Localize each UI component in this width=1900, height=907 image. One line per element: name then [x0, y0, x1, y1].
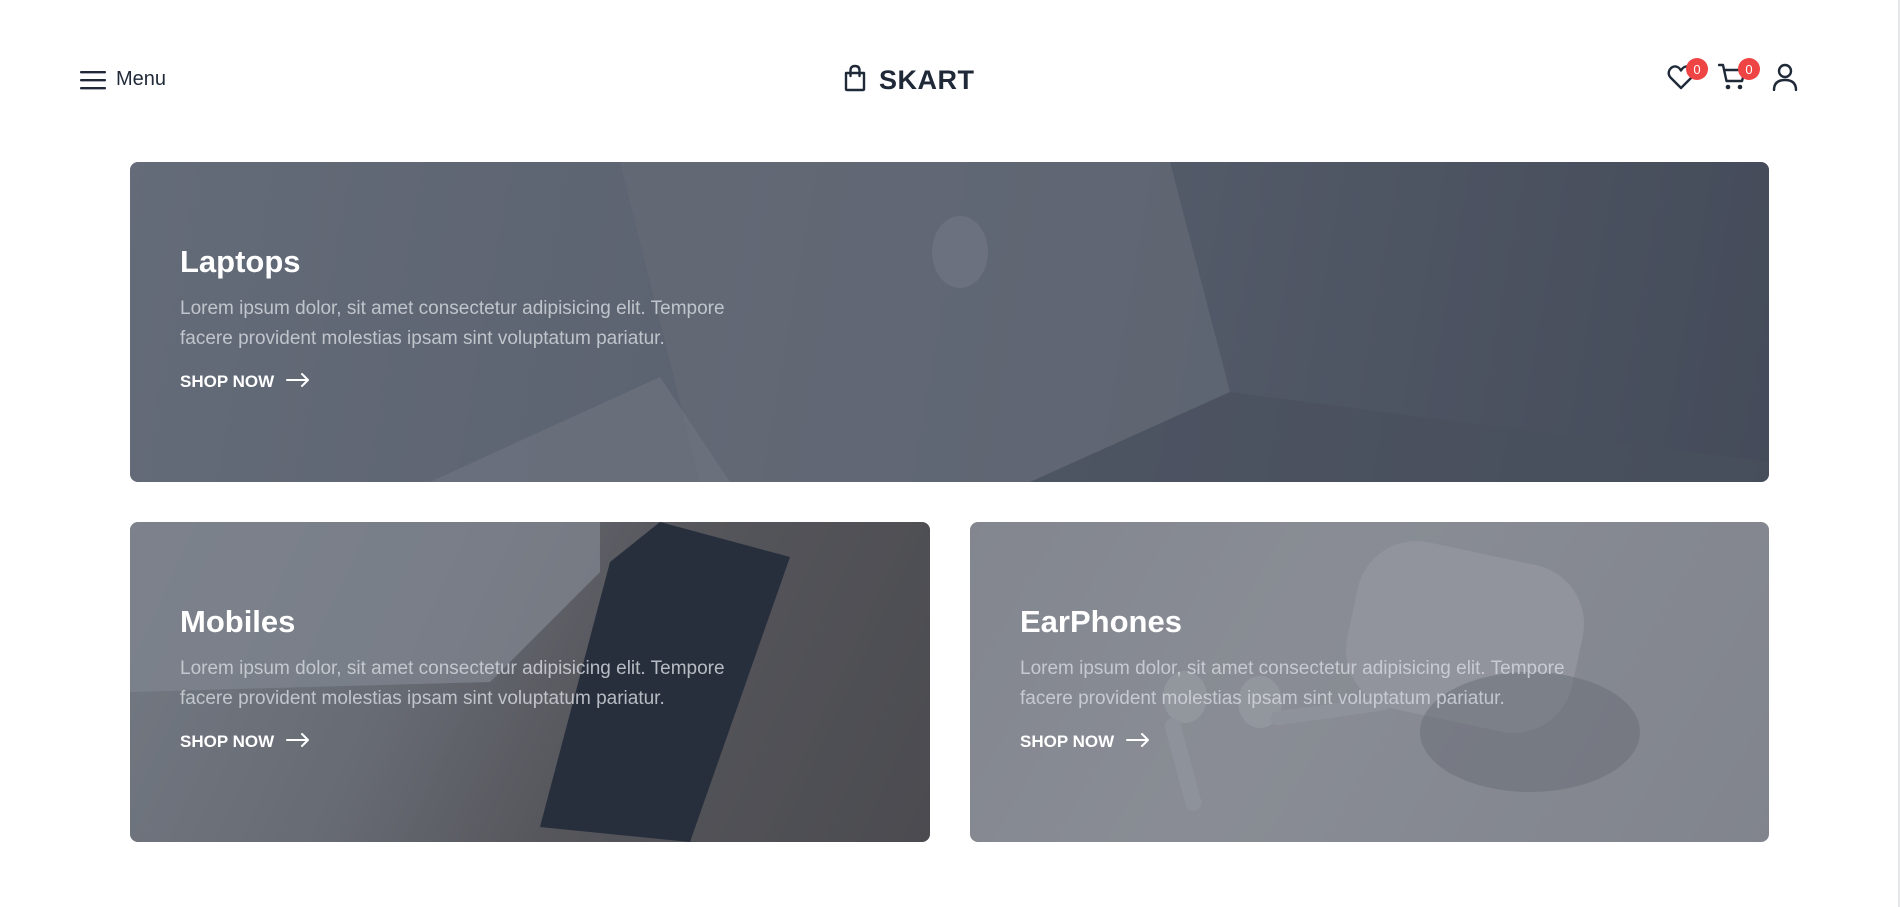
menu-button[interactable]: Menu — [80, 68, 166, 91]
user-icon — [1772, 63, 1798, 96]
category-description: Lorem ipsum dolor, sit amet consectetur … — [180, 658, 725, 709]
menu-label: Menu — [116, 68, 167, 90]
site-header: Menu SKART 0 0 — [0, 0, 1900, 162]
mobiles-content: Mobiles Lorem ipsum dolor, sit amet cons… — [180, 604, 780, 752]
hamburger-icon — [80, 70, 106, 90]
shop-now-link[interactable]: SHOP NOW — [1020, 732, 1150, 752]
category-title: EarPhones — [1020, 604, 1182, 639]
account-button[interactable] — [1768, 62, 1802, 96]
category-card-earphones[interactable]: EarPhones Lorem ipsum dolor, sit amet co… — [970, 522, 1769, 842]
arrow-right-icon — [286, 732, 310, 752]
category-title: Laptops — [180, 244, 301, 279]
category-title: Mobiles — [180, 604, 296, 639]
category-description: Lorem ipsum dolor, sit amet consectetur … — [180, 298, 725, 349]
category-card-laptops[interactable]: Laptops Lorem ipsum dolor, sit amet cons… — [130, 162, 1769, 482]
wishlist-button[interactable]: 0 — [1664, 58, 1708, 96]
shop-now-label: SHOP NOW — [180, 732, 275, 751]
wishlist-count-badge: 0 — [1686, 58, 1708, 80]
category-card-mobiles[interactable]: Mobiles Lorem ipsum dolor, sit amet cons… — [130, 522, 930, 842]
shop-now-link[interactable]: SHOP NOW — [180, 732, 310, 752]
shop-now-label: SHOP NOW — [1020, 732, 1115, 751]
shopping-bag-icon — [843, 64, 867, 97]
cart-count-badge: 0 — [1738, 58, 1760, 80]
earphones-content: EarPhones Lorem ipsum dolor, sit amet co… — [1020, 604, 1620, 752]
site-logo[interactable]: SKART — [843, 64, 975, 97]
cart-button[interactable]: 0 — [1716, 58, 1760, 96]
laptops-content: Laptops Lorem ipsum dolor, sit amet cons… — [180, 244, 780, 392]
header-actions: 0 0 — [1664, 58, 1802, 96]
category-description: Lorem ipsum dolor, sit amet consectetur … — [1020, 658, 1565, 709]
arrow-right-icon — [1126, 732, 1150, 752]
shop-now-label: SHOP NOW — [180, 372, 275, 391]
arrow-right-icon — [286, 372, 310, 392]
logo-text: SKART — [879, 65, 975, 95]
shop-now-link[interactable]: SHOP NOW — [180, 372, 310, 392]
